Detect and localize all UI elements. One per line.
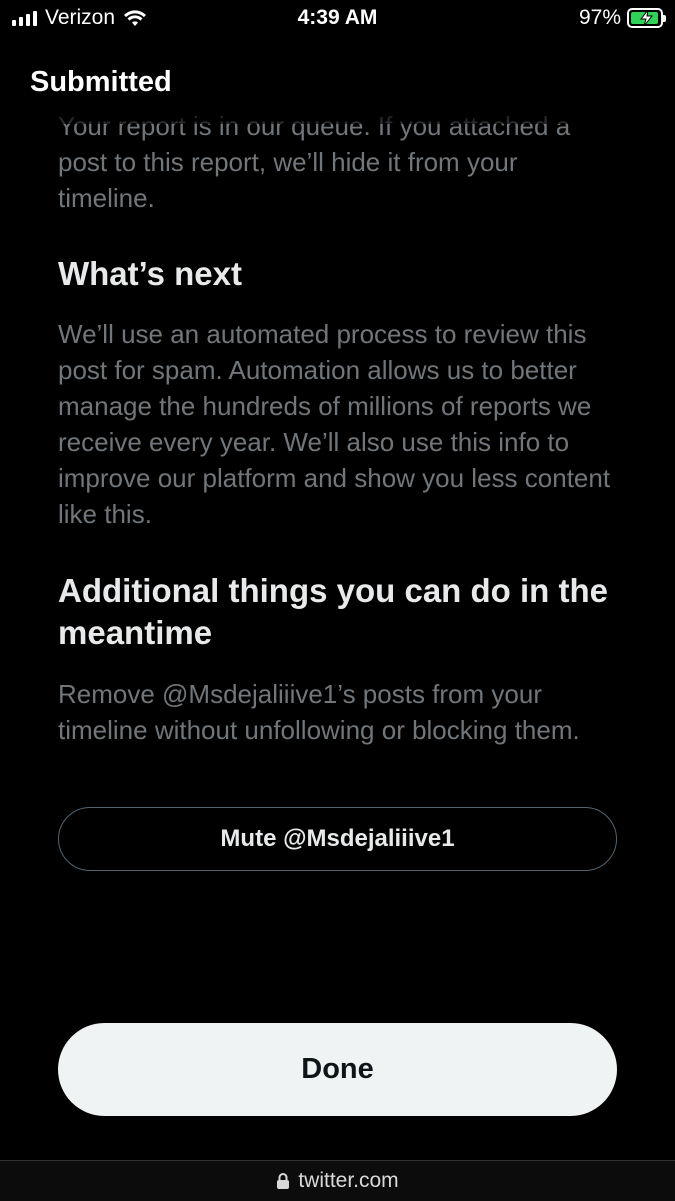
charging-bolt-icon	[639, 9, 654, 27]
browser-url-bar[interactable]: twitter.com	[0, 1160, 675, 1201]
url-text: twitter.com	[298, 1169, 399, 1192]
status-bar: Verizon 4:39 AM 97%	[0, 0, 675, 38]
battery-nub	[663, 15, 666, 22]
page-title: Submitted	[30, 66, 172, 98]
whats-next-body: We’ll use an automated process to review…	[58, 319, 611, 529]
clock: 4:39 AM	[297, 6, 378, 29]
additional-body: Remove @Msdejaliiive1’s posts from your …	[58, 679, 580, 745]
page-header: Submitted	[0, 38, 675, 124]
whats-next-heading: What’s next	[58, 255, 242, 292]
done-button[interactable]: Done	[58, 1023, 617, 1116]
additional-heading: Additional things you can do in the mean…	[58, 572, 608, 651]
mute-user-button[interactable]: Mute @Msdejaliiive1	[58, 807, 617, 871]
battery-percent: 97%	[578, 6, 621, 29]
intro-text: Your report is in our queue. If you atta…	[58, 111, 571, 213]
lock-icon	[277, 1173, 290, 1189]
status-right: 97%	[578, 6, 666, 30]
battery-icon	[627, 8, 666, 28]
